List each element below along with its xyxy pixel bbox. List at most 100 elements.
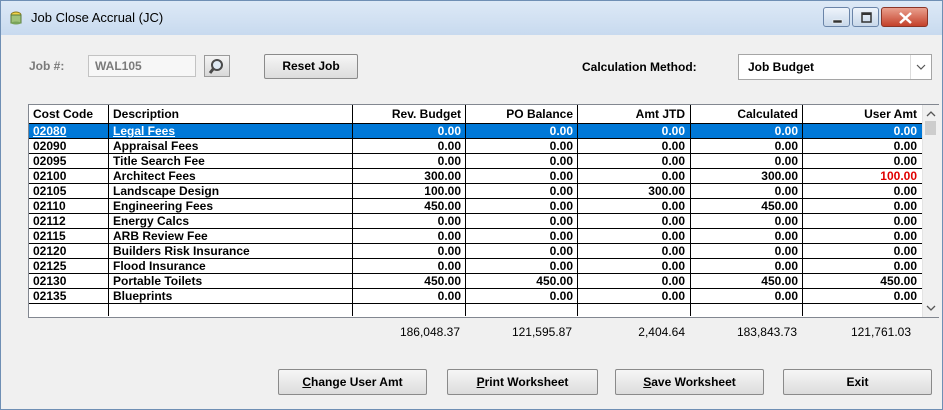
- maximize-button[interactable]: [852, 7, 879, 27]
- cell-calculated[interactable]: 0.00: [692, 154, 798, 168]
- close-button[interactable]: [881, 7, 928, 27]
- calculation-method-select[interactable]: Job Budget: [738, 54, 932, 80]
- cell-user-amt[interactable]: 0.00: [803, 244, 917, 258]
- cell-cost-code[interactable]: 02135: [33, 289, 66, 303]
- table-row[interactable]: 02135 Blueprints 0.00 0.00 0.00 0.00 0.00: [29, 289, 922, 304]
- cell-description[interactable]: Flood Insurance: [113, 259, 206, 273]
- cell-user-amt[interactable]: 0.00: [803, 124, 917, 138]
- column-header-po-balance[interactable]: PO Balance: [467, 107, 573, 121]
- cell-description[interactable]: Landscape Design: [113, 184, 219, 198]
- cell-amt-jtd[interactable]: 0.00: [579, 244, 685, 258]
- cell-user-amt[interactable]: 0.00: [803, 184, 917, 198]
- cell-description[interactable]: Energy Calcs: [113, 214, 189, 228]
- cell-cost-code[interactable]: 02100: [33, 169, 66, 183]
- table-row[interactable]: 02080 Legal Fees 0.00 0.00 0.00 0.00 0.00: [29, 124, 922, 139]
- print-worksheet-button[interactable]: Print Worksheet: [447, 369, 598, 395]
- cell-user-amt[interactable]: 0.00: [803, 214, 917, 228]
- cell-description[interactable]: Builders Risk Insurance: [113, 244, 250, 258]
- cell-description[interactable]: Legal Fees: [113, 124, 175, 138]
- change-user-amt-button[interactable]: Change User Amt: [278, 369, 427, 395]
- cell-user-amt[interactable]: 0.00: [803, 199, 917, 213]
- vertical-scrollbar[interactable]: [922, 105, 939, 317]
- cell-po-balance[interactable]: 0.00: [467, 169, 573, 183]
- cell-amt-jtd[interactable]: 0.00: [579, 169, 685, 183]
- job-number-field[interactable]: WAL105: [88, 55, 196, 77]
- column-header-cost-code[interactable]: Cost Code: [33, 107, 93, 121]
- cell-amt-jtd[interactable]: 0.00: [579, 259, 685, 273]
- cell-calculated[interactable]: 0.00: [692, 124, 798, 138]
- cell-po-balance[interactable]: 0.00: [467, 184, 573, 198]
- cell-amt-jtd[interactable]: 0.00: [579, 274, 685, 288]
- cell-description[interactable]: Title Search Fee: [113, 154, 205, 168]
- cell-cost-code[interactable]: 02112: [33, 214, 66, 228]
- cell-user-amt[interactable]: 0.00: [803, 154, 917, 168]
- cell-calculated[interactable]: 0.00: [692, 244, 798, 258]
- cell-amt-jtd[interactable]: 0.00: [579, 199, 685, 213]
- cell-po-balance[interactable]: 0.00: [467, 229, 573, 243]
- cell-user-amt[interactable]: 0.00: [803, 259, 917, 273]
- table-row[interactable]: 02090 Appraisal Fees 0.00 0.00 0.00 0.00 0.00: [29, 139, 922, 154]
- cell-cost-code[interactable]: 02080: [33, 124, 66, 138]
- cell-calculated[interactable]: 450.00: [692, 199, 798, 213]
- cell-user-amt[interactable]: 0.00: [803, 289, 917, 303]
- table-row[interactable]: 02100 Architect Fees 300.00 0.00 0.00 300.00 1…: [29, 169, 922, 184]
- cell-rev-budget[interactable]: 0.00: [347, 154, 461, 168]
- table-row[interactable]: 02105 Landscape Design 100.00 0.00 300.00 0.0…: [29, 184, 922, 199]
- cell-rev-budget[interactable]: 450.00: [347, 199, 461, 213]
- scroll-down-icon[interactable]: [923, 301, 939, 315]
- cell-amt-jtd[interactable]: 0.00: [579, 139, 685, 153]
- cell-calculated[interactable]: 0.00: [692, 289, 798, 303]
- table-row[interactable]: 02112 Energy Calcs 0.00 0.00 0.00 0.00 0.00: [29, 214, 922, 229]
- exit-button[interactable]: Exit: [783, 369, 932, 395]
- table-row[interactable]: 02095 Title Search Fee 0.00 0.00 0.00 0.00 0.0…: [29, 154, 922, 169]
- minimize-button[interactable]: [823, 7, 850, 27]
- cell-calculated[interactable]: 0.00: [692, 229, 798, 243]
- table-row[interactable]: 02115 ARB Review Fee 0.00 0.00 0.00 0.00 0.00: [29, 229, 922, 244]
- cell-cost-code[interactable]: 02095: [33, 154, 66, 168]
- cell-user-amt[interactable]: 0.00: [803, 229, 917, 243]
- column-header-user-amt[interactable]: User Amt: [803, 107, 917, 121]
- cell-po-balance[interactable]: 0.00: [467, 154, 573, 168]
- cost-code-grid[interactable]: Cost Code Description Rev. Budget PO Bal…: [28, 104, 939, 318]
- cell-rev-budget[interactable]: 0.00: [347, 244, 461, 258]
- cell-description[interactable]: Engineering Fees: [113, 199, 213, 213]
- cell-description[interactable]: ARB Review Fee: [113, 229, 208, 243]
- cell-rev-budget[interactable]: 0.00: [347, 214, 461, 228]
- title-bar[interactable]: Job Close Accrual (JC): [1, 1, 942, 35]
- cell-user-amt[interactable]: 100.00: [803, 169, 917, 183]
- scrollbar-thumb[interactable]: [925, 121, 936, 135]
- cell-cost-code[interactable]: 02115: [33, 229, 66, 243]
- table-row[interactable]: 02110 Engineering Fees 450.00 0.00 0.00 450.0…: [29, 199, 922, 214]
- cell-cost-code[interactable]: 02125: [33, 259, 66, 273]
- cell-rev-budget[interactable]: 450.00: [347, 274, 461, 288]
- job-lookup-button[interactable]: [204, 55, 230, 77]
- cell-rev-budget[interactable]: 0.00: [347, 124, 461, 138]
- cell-description[interactable]: Appraisal Fees: [113, 139, 198, 153]
- reset-job-button[interactable]: Reset Job: [264, 54, 358, 79]
- cell-rev-budget[interactable]: 300.00: [347, 169, 461, 183]
- cell-amt-jtd[interactable]: 0.00: [579, 124, 685, 138]
- cell-po-balance[interactable]: 0.00: [467, 139, 573, 153]
- cell-amt-jtd[interactable]: 0.00: [579, 289, 685, 303]
- cell-user-amt[interactable]: 0.00: [803, 139, 917, 153]
- cell-user-amt[interactable]: 450.00: [803, 274, 917, 288]
- column-header-description[interactable]: Description: [113, 107, 179, 121]
- cell-calculated[interactable]: 0.00: [692, 184, 798, 198]
- cell-cost-code[interactable]: 02120: [33, 244, 66, 258]
- cell-rev-budget[interactable]: 0.00: [347, 229, 461, 243]
- cell-po-balance[interactable]: 0.00: [467, 289, 573, 303]
- column-header-rev-budget[interactable]: Rev. Budget: [347, 107, 461, 121]
- cell-calculated[interactable]: 450.00: [692, 274, 798, 288]
- cell-cost-code[interactable]: 02110: [33, 199, 66, 213]
- cell-cost-code[interactable]: 02130: [33, 274, 66, 288]
- cell-calculated[interactable]: 0.00: [692, 259, 798, 273]
- cell-description[interactable]: Blueprints: [113, 289, 172, 303]
- cell-cost-code[interactable]: 02090: [33, 139, 66, 153]
- cell-calculated[interactable]: 0.00: [692, 139, 798, 153]
- cell-description[interactable]: Architect Fees: [113, 169, 196, 183]
- cell-rev-budget[interactable]: 0.00: [347, 289, 461, 303]
- cell-amt-jtd[interactable]: 0.00: [579, 229, 685, 243]
- cell-amt-jtd[interactable]: 0.00: [579, 214, 685, 228]
- cell-calculated[interactable]: 0.00: [692, 214, 798, 228]
- cell-rev-budget[interactable]: 100.00: [347, 184, 461, 198]
